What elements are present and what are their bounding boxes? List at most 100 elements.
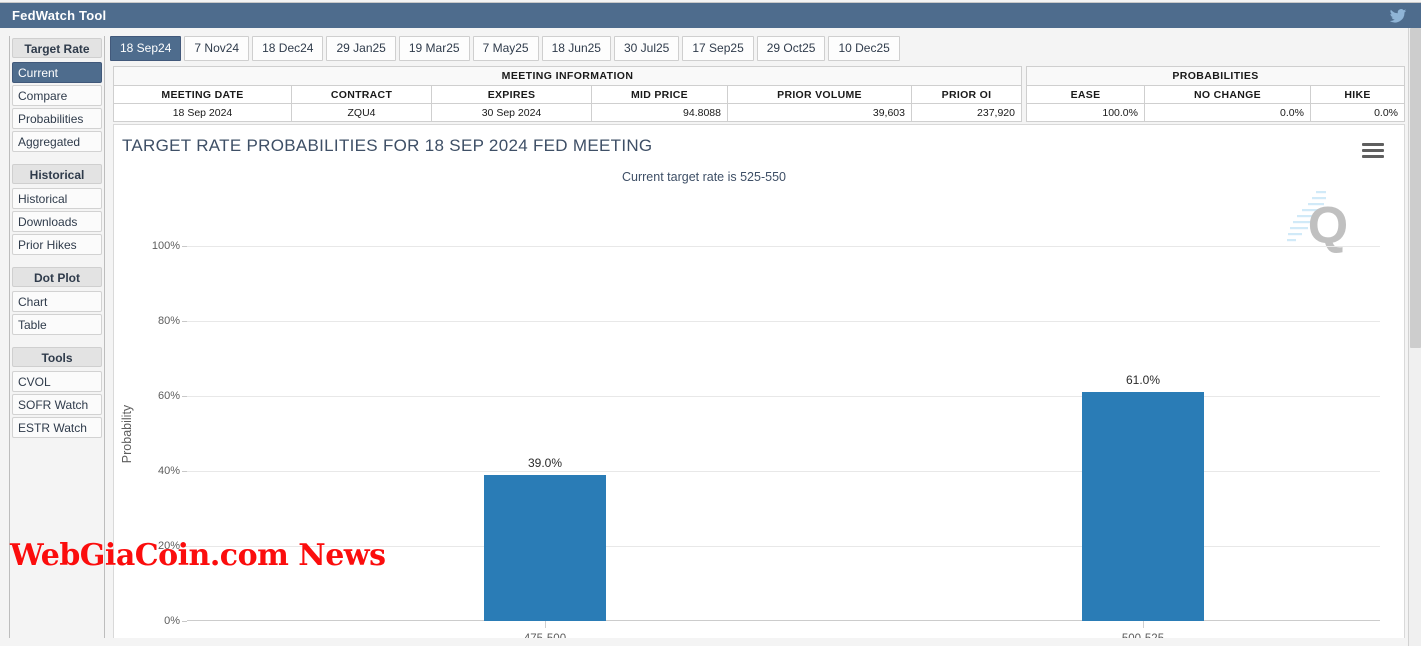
y-tick-mark (182, 396, 187, 397)
sidebar-divider (10, 257, 104, 265)
column-header-hike: HIKE (1309, 85, 1406, 104)
cell-prior-volume: 39,603 (727, 103, 912, 122)
y-axis-tick-label: 40% (157, 465, 180, 477)
sidebar-item-sofr-watch[interactable]: SOFR Watch (12, 394, 102, 415)
sidebar-item-label: Aggregated (18, 135, 81, 149)
sidebar-item-label: SOFR Watch (18, 398, 89, 412)
y-tick-mark (182, 321, 187, 322)
y-axis-title: Probability (120, 404, 134, 463)
sidebar-divider (10, 154, 104, 162)
tab-label: 10 Dec25 (838, 41, 890, 55)
sidebar-item-label: Chart (18, 295, 48, 309)
cell-contract: ZQU4 (291, 103, 432, 122)
probabilities-table: PROBABILITIES EASE NO CHANGE HIKE 100.0%… (1025, 66, 1406, 122)
tab-18-sep24[interactable]: 18 Sep24 (110, 36, 182, 61)
sidebar-group-header-tools: Tools (12, 347, 102, 367)
tab-7-may25[interactable]: 7 May25 (472, 36, 539, 61)
sidebar-item-prior-hikes[interactable]: Prior Hikes (12, 234, 102, 255)
meeting-date-tabs: 18 Sep24 7 Nov24 18 Dec24 29 Jan25 19 Ma… (110, 36, 903, 61)
sidebar-item-label: Table (18, 318, 47, 332)
cell-mid-price: 94.8088 (591, 103, 728, 122)
summary-tables: MEETING INFORMATION MEETING DATE CONTRAC… (113, 66, 1406, 122)
column-header-expires: EXPIRES (431, 85, 592, 104)
tab-19-mar25[interactable]: 19 Mar25 (398, 36, 470, 61)
sidebar-item-probabilities[interactable]: Probabilities (12, 108, 102, 129)
bar-500-525[interactable]: 61.0% (1082, 373, 1204, 621)
y-tick-mark (182, 246, 187, 247)
chart-title: TARGET RATE PROBABILITIES FOR 18 SEP 202… (122, 136, 653, 155)
bar-value-label: 39.0% (527, 455, 563, 470)
sidebar-item-label: Downloads (18, 215, 78, 229)
tab-17-sep25[interactable]: 17 Sep25 (682, 36, 754, 61)
x-tick-mark (545, 621, 546, 628)
tab-18-jun25[interactable]: 18 Jun25 (541, 36, 611, 61)
y-axis-tick-label: 80% (157, 315, 180, 327)
sidebar-group-header-target-rate: Target Rate (12, 38, 102, 58)
sidebar-item-label: ESTR Watch (18, 421, 87, 435)
sidebar-item-historical[interactable]: Historical (12, 188, 102, 209)
gridline (187, 321, 1380, 322)
sidebar-item-downloads[interactable]: Downloads (12, 211, 102, 232)
sidebar-item-aggregated[interactable]: Aggregated (12, 131, 102, 152)
app-title: FedWatch Tool (12, 8, 107, 23)
vertical-scrollbar[interactable] (1408, 28, 1421, 646)
column-header-prior-oi: PRIOR OI (911, 85, 1022, 104)
sidebar-item-label: Probabilities (18, 112, 84, 126)
cell-expires: 30 Sep 2024 (431, 103, 592, 122)
table-row: 18 Sep 2024 ZQU4 30 Sep 2024 94.8088 39,… (113, 103, 1022, 122)
tab-label: 18 Sep24 (120, 41, 172, 55)
tab-7-nov24[interactable]: 7 Nov24 (184, 36, 250, 61)
table-row: 100.0% 0.0% 0.0% (1025, 103, 1406, 122)
tab-label: 7 Nov24 (194, 41, 240, 55)
tab-10-dec25[interactable]: 10 Dec25 (828, 36, 900, 61)
hamburger-bar (1362, 149, 1384, 152)
y-tick-mark (182, 471, 187, 472)
tab-label: 19 Mar25 (408, 41, 460, 55)
table-header-row: EASE NO CHANGE HIKE (1025, 85, 1406, 104)
bar-475-500[interactable]: 39.0% (484, 456, 606, 621)
x-axis-tick-label: 500-525 (1122, 633, 1164, 638)
sidebar-item-table[interactable]: Table (12, 314, 102, 335)
tab-label: 29 Jan25 (336, 41, 386, 55)
cell-meeting-date: 18 Sep 2024 (113, 103, 292, 122)
scrollbar-thumb[interactable] (1410, 28, 1421, 348)
tab-label: 30 Jul25 (623, 41, 670, 55)
chart-subtitle: Current target rate is 525-550 (622, 170, 786, 184)
cell-hike: 0.0% (1309, 103, 1406, 122)
gridline (187, 246, 1380, 247)
hamburger-bar (1362, 155, 1384, 158)
sidebar-group-header-historical: Historical (12, 164, 102, 184)
x-tick-mark (1143, 621, 1144, 628)
bar-value-label: 61.0% (1125, 373, 1161, 388)
hamburger-bar (1362, 143, 1384, 146)
twitter-icon[interactable] (1387, 7, 1409, 25)
sidebar-item-compare[interactable]: Compare (12, 85, 102, 106)
tab-label: 17 Sep25 (692, 41, 744, 55)
y-axis-tick-label: 100% (151, 240, 180, 252)
sidebar-item-label: Historical (18, 192, 68, 206)
tab-30-jul25[interactable]: 30 Jul25 (613, 36, 680, 61)
cell-ease: 100.0% (1025, 103, 1145, 122)
column-header-prior-volume: PRIOR VOLUME (727, 85, 912, 104)
column-header-contract: CONTRACT (291, 85, 432, 104)
tab-label: 7 May25 (482, 41, 529, 55)
meeting-information-table: MEETING INFORMATION MEETING DATE CONTRAC… (113, 66, 1022, 122)
sidebar-item-cvol[interactable]: CVOL (12, 371, 102, 392)
table-header-row: MEETING DATE CONTRACT EXPIRES MID PRICE … (113, 85, 1022, 104)
hamburger-menu-icon[interactable] (1362, 143, 1384, 161)
column-header-meeting-date: MEETING DATE (113, 85, 292, 104)
tab-label: 18 Jun25 (551, 41, 601, 55)
table-caption-row: MEETING INFORMATION (113, 66, 1022, 86)
tab-29-jan25[interactable]: 29 Jan25 (326, 36, 396, 61)
sidebar-item-current[interactable]: Current (12, 62, 102, 83)
site-watermark: WebGiaCoin.com News (10, 538, 386, 573)
sidebar-item-estr-watch[interactable]: ESTR Watch (12, 417, 102, 438)
tab-29-oct25[interactable]: 29 Oct25 (756, 36, 826, 61)
sidebar-divider (10, 337, 104, 345)
tab-18-dec24[interactable]: 18 Dec24 (252, 36, 324, 61)
cell-prior-oi: 237,920 (911, 103, 1022, 122)
sidebar-item-chart[interactable]: Chart (12, 291, 102, 312)
column-header-mid-price: MID PRICE (591, 85, 728, 104)
sidebar-item-label: Compare (18, 89, 68, 103)
x-axis-tick-label: 475-500 (524, 633, 566, 638)
